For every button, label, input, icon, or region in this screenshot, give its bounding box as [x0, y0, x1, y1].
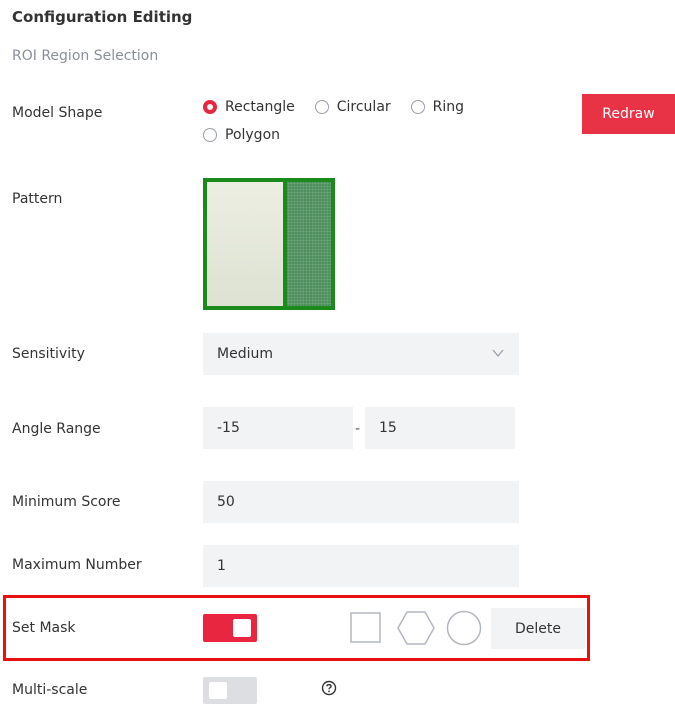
chevron-down-icon [492, 349, 504, 358]
radio-circular[interactable]: Circular [314, 99, 391, 115]
minimum-score-input[interactable]: 50 [203, 481, 519, 523]
multi-scale-label: Multi-scale [12, 682, 88, 698]
pattern-image-left [207, 182, 283, 306]
sensitivity-value: Medium [217, 346, 273, 362]
radio-label: Rectangle [225, 99, 295, 115]
set-mask-toggle[interactable] [203, 614, 257, 642]
angle-max-input[interactable]: 15 [365, 407, 515, 449]
toggle-knob [233, 619, 251, 637]
angle-range-label: Angle Range [12, 421, 101, 437]
radio-label: Ring [432, 99, 465, 115]
minimum-score-value: 50 [217, 494, 235, 510]
pattern-thumbnail[interactable] [203, 178, 335, 310]
maximum-number-value: 1 [217, 558, 226, 574]
set-mask-label: Set Mask [12, 620, 76, 636]
model-shape-radio-group-row2: Polygon [203, 127, 280, 143]
section-subtitle: ROI Region Selection [12, 48, 159, 64]
angle-min-value: -15 [217, 420, 240, 436]
rectangle-mask-icon[interactable] [350, 612, 382, 644]
help-circle-icon[interactable] [321, 680, 337, 696]
minimum-score-label: Minimum Score [12, 494, 121, 510]
radio-indicator [203, 100, 217, 114]
radio-indicator [314, 100, 329, 114]
radio-indicator [410, 100, 425, 114]
delete-button[interactable]: Delete [491, 608, 585, 649]
angle-max-value: 15 [379, 420, 397, 436]
model-shape-radio-group: Rectangle Circular Ring [203, 99, 464, 115]
radio-label: Circular [336, 99, 391, 115]
sensitivity-select[interactable]: Medium [203, 333, 519, 375]
radio-polygon[interactable]: Polygon [203, 127, 280, 143]
multi-scale-toggle[interactable] [203, 677, 257, 704]
radio-indicator [203, 128, 217, 142]
angle-min-input[interactable]: -15 [203, 407, 353, 449]
page-title: Configuration Editing [12, 8, 193, 26]
maximum-number-input[interactable]: 1 [203, 545, 519, 587]
circle-mask-icon[interactable] [446, 610, 482, 646]
radio-label: Polygon [225, 127, 281, 143]
maximum-number-label: Maximum Number [12, 557, 142, 573]
radio-ring[interactable]: Ring [410, 99, 465, 115]
toggle-knob [209, 682, 227, 699]
polygon-mask-icon[interactable] [397, 611, 435, 645]
sensitivity-label: Sensitivity [12, 346, 85, 362]
radio-rectangle[interactable]: Rectangle [203, 99, 295, 115]
redraw-button[interactable]: Redraw [582, 94, 675, 134]
angle-range-separator: - [355, 421, 361, 437]
pattern-label: Pattern [12, 191, 63, 207]
model-shape-label: Model Shape [12, 105, 103, 121]
pattern-image-right [287, 182, 331, 306]
